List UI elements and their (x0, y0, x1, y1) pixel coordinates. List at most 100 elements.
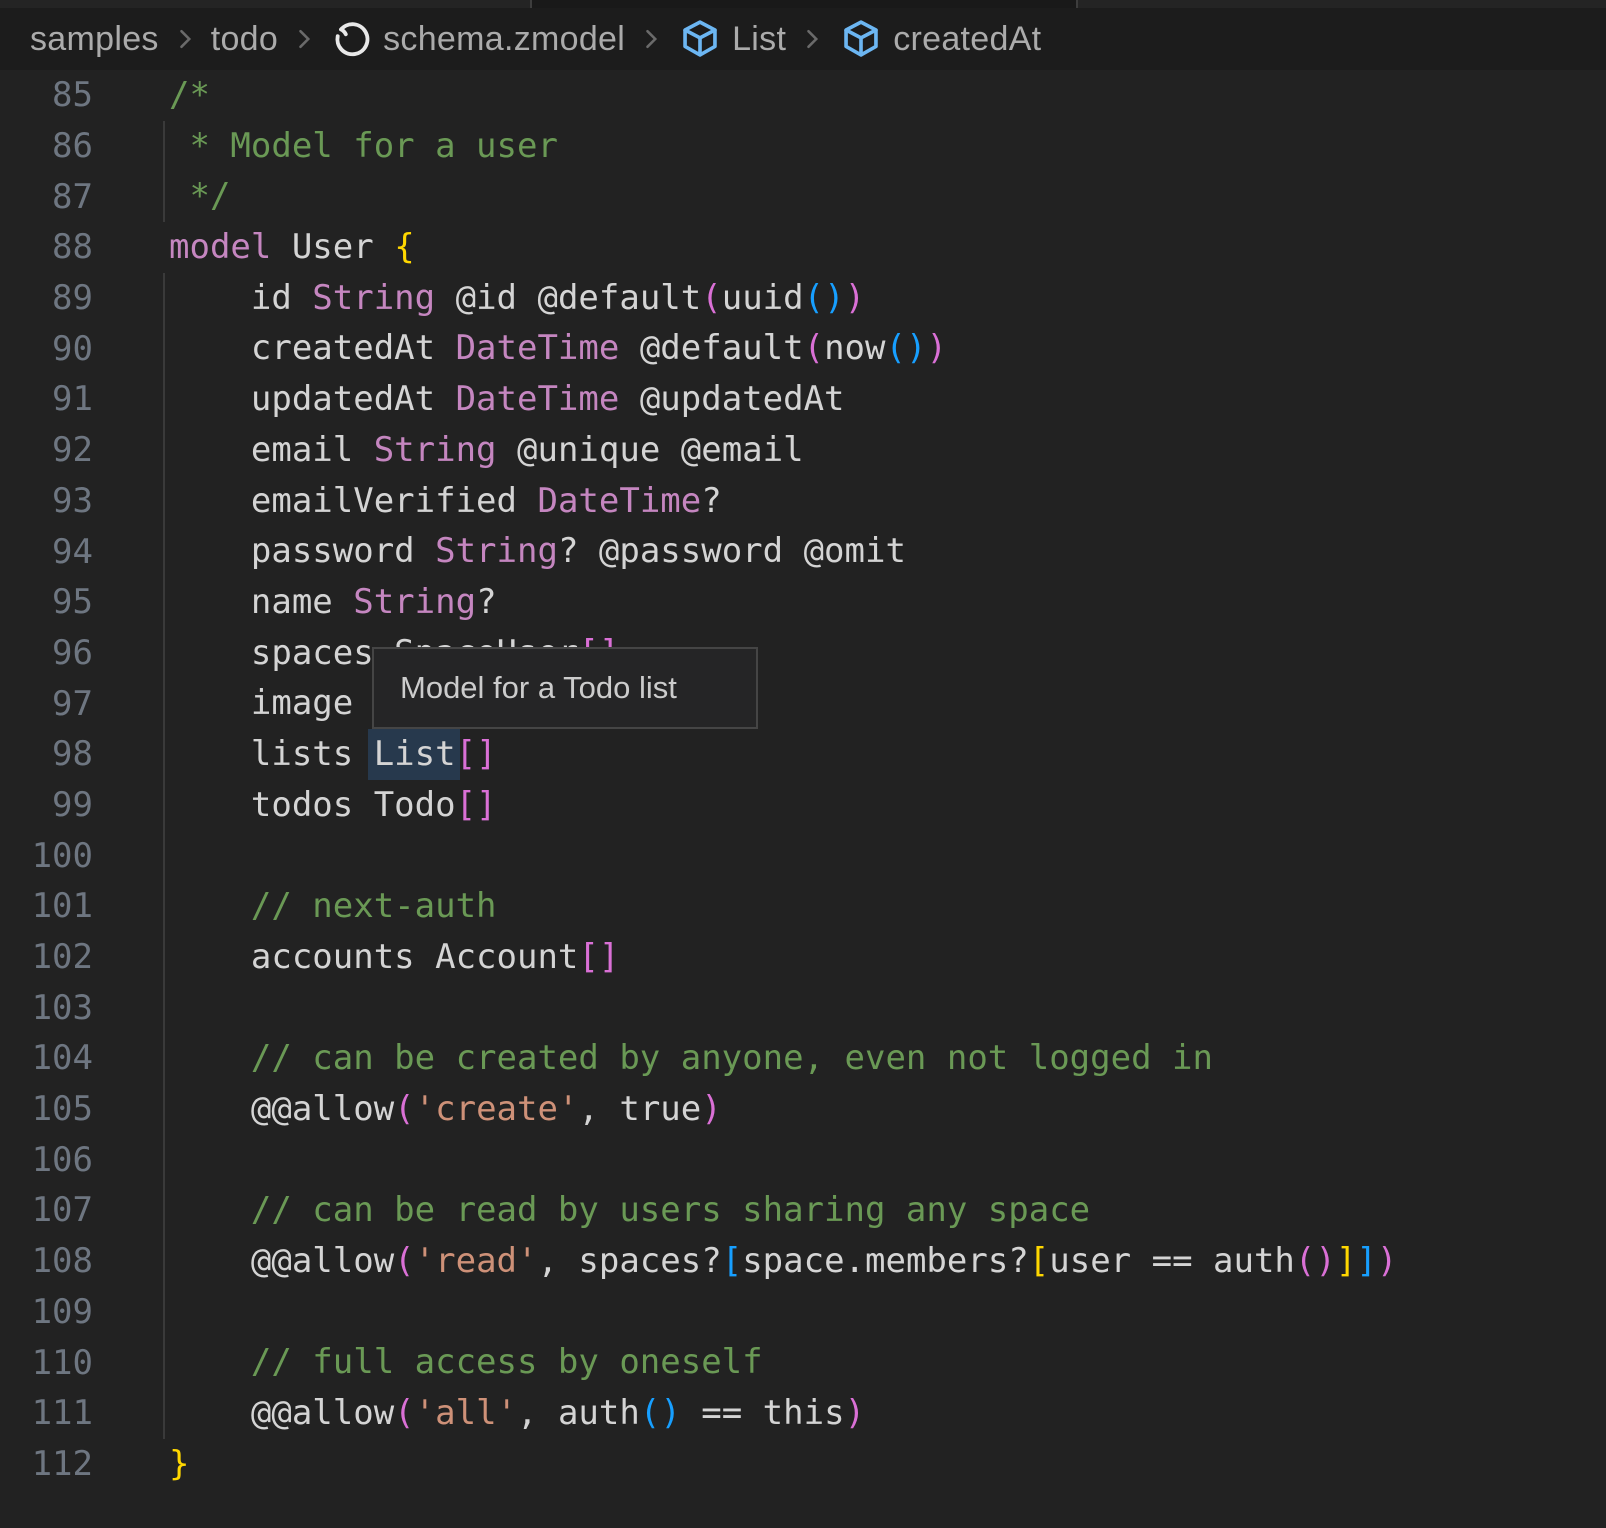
code-token: email (169, 430, 374, 470)
code-line-text: createdAt DateTime @default(now()) (93, 323, 947, 374)
code-line[interactable]: 98 lists List[] (0, 729, 1606, 780)
code-token: ) (845, 1393, 865, 1433)
line-number[interactable]: 108 (0, 1241, 93, 1281)
line-number[interactable]: 95 (0, 582, 93, 622)
line-number[interactable]: 94 (0, 532, 93, 572)
code-token: ) (1377, 1241, 1397, 1281)
line-number[interactable]: 109 (0, 1292, 93, 1332)
line-number[interactable]: 101 (0, 886, 93, 926)
code-line[interactable]: 97 image String? (0, 678, 1606, 729)
code-line-text: todos Todo[] (93, 780, 497, 831)
code-token: @updatedAt (619, 379, 844, 419)
line-number[interactable]: 85 (0, 75, 93, 115)
code-line[interactable]: 101 // next-auth (0, 881, 1606, 932)
code-line[interactable]: 104 // can be created by anyone, even no… (0, 1033, 1606, 1084)
code-line[interactable]: 88model User { (0, 222, 1606, 273)
chevron-right-icon (799, 22, 825, 56)
line-number[interactable]: 107 (0, 1190, 93, 1230)
line-number[interactable]: 97 (0, 684, 93, 724)
code-token: () (885, 328, 926, 368)
code-token: uuid (722, 278, 804, 318)
code-line[interactable]: 111 @@allow('all', auth() == this) (0, 1388, 1606, 1439)
code-line[interactable]: 91 updatedAt DateTime @updatedAt (0, 374, 1606, 425)
hover-tooltip-text: Model for a Todo list (400, 670, 677, 706)
code-token: ? (701, 481, 721, 521)
breadcrumb-item-list[interactable]: List (677, 16, 786, 62)
code-token: ( (394, 1241, 414, 1281)
code-line[interactable]: 93 emailVerified DateTime? (0, 476, 1606, 527)
line-number[interactable]: 93 (0, 481, 93, 521)
breadcrumb-item-createdat[interactable]: createdAt (838, 16, 1041, 62)
code-token: ? @password @omit (558, 531, 906, 571)
line-number[interactable]: 99 (0, 785, 93, 825)
code-line[interactable]: 94 password String? @password @omit (0, 526, 1606, 577)
code-token: List (374, 734, 456, 774)
line-number[interactable]: 112 (0, 1444, 93, 1484)
breadcrumb-item-todo[interactable]: todo (211, 20, 278, 59)
line-number[interactable]: 103 (0, 988, 93, 1028)
code-line[interactable]: 109 (0, 1287, 1606, 1338)
code-line[interactable]: 89 id String @id @default(uuid()) (0, 273, 1606, 324)
line-number[interactable]: 106 (0, 1140, 93, 1180)
code-line[interactable]: 99 todos Todo[] (0, 780, 1606, 831)
line-number[interactable]: 100 (0, 836, 93, 876)
breadcrumb-label: todo (211, 20, 278, 59)
line-number[interactable]: 88 (0, 227, 93, 267)
code-token: @@allow (169, 1089, 394, 1129)
code-line[interactable]: 105 @@allow('create', true) (0, 1084, 1606, 1135)
code-token: String (312, 278, 435, 318)
code-token: password (169, 531, 435, 571)
chevron-right-icon (172, 22, 198, 56)
code-line[interactable]: 102 accounts Account[] (0, 932, 1606, 983)
line-number[interactable]: 104 (0, 1038, 93, 1078)
code-token: lists (169, 734, 374, 774)
code-line[interactable]: 106 (0, 1134, 1606, 1185)
code-line[interactable]: 100 (0, 830, 1606, 881)
line-number[interactable]: 87 (0, 177, 93, 217)
line-number[interactable]: 110 (0, 1343, 93, 1383)
code-token: 'create' (415, 1089, 579, 1129)
breadcrumb-item-schema-zmodel[interactable]: schema.zmodel (330, 17, 625, 61)
code-token: ] (1336, 1241, 1356, 1281)
line-number[interactable]: 91 (0, 379, 93, 419)
code-line[interactable]: 87 */ (0, 171, 1606, 222)
code-token: [] (456, 734, 497, 774)
hover-tooltip: Model for a Todo list (372, 647, 758, 729)
line-number[interactable]: 86 (0, 126, 93, 166)
code-line-text: updatedAt DateTime @updatedAt (93, 374, 845, 425)
code-token: // full access by oneself (169, 1342, 763, 1382)
code-line[interactable]: 112} (0, 1439, 1606, 1490)
line-number[interactable]: 90 (0, 329, 93, 369)
code-token: ( (394, 1089, 414, 1129)
code-line[interactable]: 107 // can be read by users sharing any … (0, 1185, 1606, 1236)
code-line[interactable]: 92 email String @unique @email (0, 425, 1606, 476)
code-line[interactable]: 108 @@allow('read', spaces?[space.member… (0, 1236, 1606, 1287)
line-number[interactable]: 96 (0, 633, 93, 673)
code-line[interactable]: 96 spaces SpaceUser[] (0, 628, 1606, 679)
code-token: ? (476, 582, 496, 622)
line-number[interactable]: 105 (0, 1089, 93, 1129)
code-line[interactable]: 103 (0, 982, 1606, 1033)
line-number[interactable]: 98 (0, 734, 93, 774)
line-number[interactable]: 92 (0, 430, 93, 470)
code-token: ) (845, 278, 865, 318)
code-line[interactable]: 95 name String? (0, 577, 1606, 628)
code-token: String (374, 430, 497, 470)
breadcrumb-item-samples[interactable]: samples (30, 20, 159, 59)
code-line[interactable]: 110 // full access by oneself (0, 1337, 1606, 1388)
code-line-text: * Model for a user (93, 121, 558, 172)
line-number[interactable]: 111 (0, 1393, 93, 1433)
line-number[interactable]: 102 (0, 937, 93, 977)
line-number[interactable]: 89 (0, 278, 93, 318)
code-token: @unique @email (497, 430, 804, 470)
code-token: [] (578, 937, 619, 977)
code-line-text: email String @unique @email (93, 425, 804, 476)
code-token: accounts Account (169, 937, 578, 977)
code-line[interactable]: 90 createdAt DateTime @default(now()) (0, 323, 1606, 374)
tab-separator (1076, 0, 1078, 8)
code-editor[interactable]: 85/*86 * Model for a user87 */88model Us… (0, 70, 1606, 1528)
code-line[interactable]: 86 * Model for a user (0, 121, 1606, 172)
code-token: @@allow (169, 1393, 394, 1433)
code-line[interactable]: 85/* (0, 70, 1606, 121)
code-line-text: lists List[] (93, 729, 497, 780)
